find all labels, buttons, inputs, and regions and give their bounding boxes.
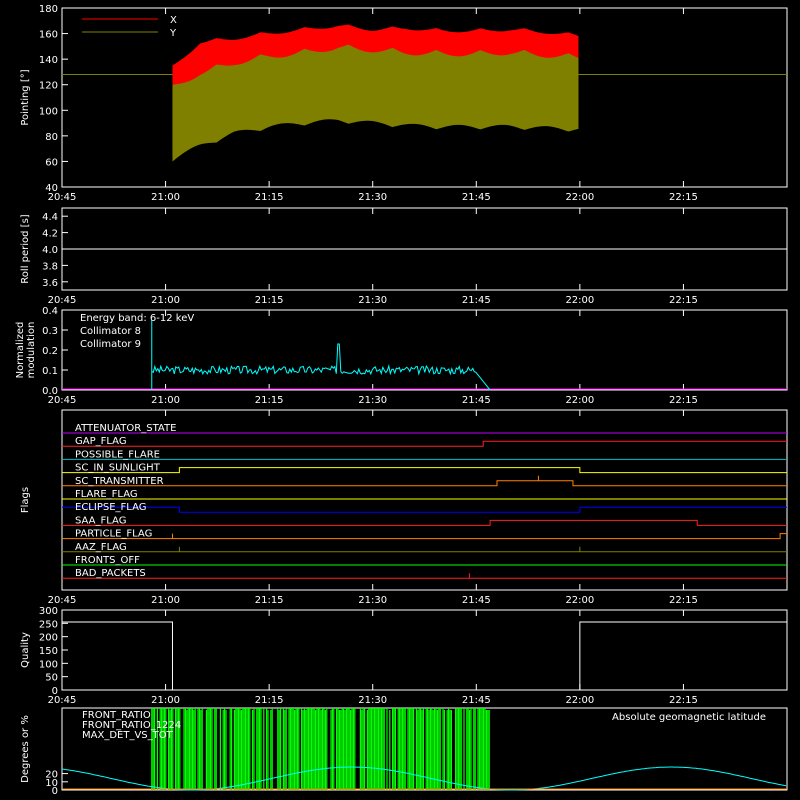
x-tick-label: 21:45 (462, 295, 491, 306)
x-tick-label: 21:00 (151, 695, 180, 706)
y-tick-label: 3.8 (42, 261, 58, 272)
flag-line-aaz-flag (62, 546, 787, 553)
x-tick-label: 21:45 (462, 695, 491, 706)
x-tick-label: 22:00 (565, 192, 594, 203)
flag-label-bad-packets: BAD_PACKETS (75, 568, 146, 579)
y-tick-label: 20 (45, 770, 58, 781)
y-tick-label: 4.2 (42, 229, 58, 240)
flag-label-saa-flag: SAA_FLAG (75, 515, 126, 526)
y-axis-label: Pointing [°] (20, 69, 31, 125)
x-tick-label: 22:00 (565, 695, 594, 706)
front-ratio-series (151, 708, 490, 790)
y-tick-label: 0.3 (42, 326, 58, 337)
y-tick-label: 40 (45, 183, 58, 194)
flag-label-possible-flare: POSSIBLE_FLARE (75, 449, 160, 460)
x-tick-label: 22:15 (669, 192, 698, 203)
flag-label-fronts-off: FRONTS_OFF (75, 555, 140, 566)
y-axis-label: Roll period [s] (20, 214, 31, 283)
flag-label-sc-transmitter: SC_TRANSMITTER (75, 476, 164, 487)
x-tick-label: 21:15 (255, 695, 284, 706)
y-tick-label: 4.0 (42, 245, 58, 256)
x-tick-label: 21:45 (462, 395, 491, 406)
x-tick-label: 21:00 (151, 192, 180, 203)
legend-label-collimator-9: Collimator 9 (80, 339, 141, 350)
latitude-annotation: Absolute geomagnetic latitude (612, 712, 766, 723)
legend-label-collimator-8: Collimator 8 (80, 326, 141, 337)
x-tick-label: 21:00 (151, 295, 180, 306)
y-tick-label: 300 (39, 606, 58, 617)
y-tick-label: 140 (39, 55, 58, 66)
legend-label-x: X (170, 15, 177, 26)
panel-3-frame (61, 409, 788, 591)
flag-line-sc-transmitter (62, 475, 787, 487)
x-tick-label: 21:30 (358, 595, 387, 606)
y-tick-label: 0.1 (42, 366, 58, 377)
x-tick-label: 22:15 (669, 295, 698, 306)
x-tick-label: 22:15 (669, 395, 698, 406)
flag-label-particle-flag: PARTICLE_FLAG (75, 529, 152, 540)
y-tick-label: 60 (45, 157, 58, 168)
flag-line-saa-flag (62, 519, 787, 526)
flag-line-eclipse-flag (62, 506, 787, 513)
x-tick-label: 22:15 (669, 695, 698, 706)
flag-label-eclipse-flag: ECLIPSE_FLAG (75, 502, 146, 513)
y-axis-label: modulation (26, 322, 37, 379)
x-tick-label: 21:15 (255, 192, 284, 203)
y-tick-label: 250 (39, 619, 58, 630)
y-axis-label: Degrees or % (20, 715, 31, 783)
x-tick-label: 21:30 (358, 695, 387, 706)
y-tick-label: 180 (39, 4, 58, 15)
flag-label-aaz-flag: AAZ_FLAG (75, 542, 127, 553)
x-tick-label: 21:15 (255, 395, 284, 406)
x-tick-label: 21:30 (358, 395, 387, 406)
x-tick-label: 20:45 (48, 595, 77, 606)
flag-line-particle-flag (62, 533, 787, 540)
y-tick-label: 0 (52, 686, 58, 697)
x-tick-label: 21:30 (358, 192, 387, 203)
y-axis-label: Flags (20, 487, 31, 513)
chart-canvas: 20:45 21:00 21:15 21:30 21:45 22:00 22:15 40 60 8… (15, 4, 788, 797)
x-tick-label: 21:00 (151, 595, 180, 606)
flag-label-gap-flag: GAP_FLAG (75, 436, 127, 447)
y-axis-label: Quality (20, 632, 31, 668)
y-tick-label: 200 (39, 633, 58, 644)
legend-label-y: Y (169, 28, 177, 39)
flag-line-bad-packets (62, 573, 787, 579)
flag-label-sc-in-sunlight: SC_IN_SUNLIGHT (75, 463, 161, 474)
legend-label-max-det-vs-tot: MAX_DET_VS_TOT (82, 730, 174, 741)
x-tick-label: 22:00 (565, 395, 594, 406)
y-tick-label: 0.4 (42, 306, 58, 317)
quality-line (62, 621, 787, 691)
x-tick-label: 21:45 (462, 192, 491, 203)
flag-line-gap-flag (62, 440, 787, 447)
y-tick-label: 80 (45, 132, 58, 143)
hessi-quicklook-plot: 20:45 21:00 21:15 21:30 21:45 22:00 22:15 40 60 8… (0, 0, 800, 800)
y-tick-label: 160 (39, 30, 58, 41)
y-tick-label: 3.6 (42, 278, 58, 289)
x-tick-label: 22:00 (565, 295, 594, 306)
energy-band-annotation: Energy band: 6-12 keV (80, 313, 194, 324)
y-tick-label: 100 (39, 106, 58, 117)
y-axis-label: Normalized (15, 322, 26, 379)
x-tick-label: 22:00 (565, 595, 594, 606)
y-tick-label: 4.4 (42, 212, 58, 223)
x-tick-label: 20:45 (48, 295, 77, 306)
flag-label-attenuator-state: ATTENUATOR_STATE (75, 423, 176, 434)
y-tick-label: 0.2 (42, 346, 58, 357)
y-tick-label: 0.0 (42, 386, 58, 397)
x-tick-label: 21:30 (358, 295, 387, 306)
x-tick-label: 21:45 (462, 595, 491, 606)
flag-label-flare-flag: FLARE_FLAG (75, 489, 138, 500)
x-tick-label: 21:15 (255, 595, 284, 606)
y-tick-label: 50 (45, 673, 58, 684)
x-tick-label: 21:00 (151, 395, 180, 406)
x-tick-label: 21:15 (255, 295, 284, 306)
collimator-8-line (151, 320, 491, 391)
y-tick-label: 100 (39, 659, 58, 670)
x-tick-label: 22:15 (669, 595, 698, 606)
y-tick-label: 150 (39, 646, 58, 657)
flag-line-sc-in-sunlight (62, 467, 787, 474)
y-tick-label: 120 (39, 81, 58, 92)
